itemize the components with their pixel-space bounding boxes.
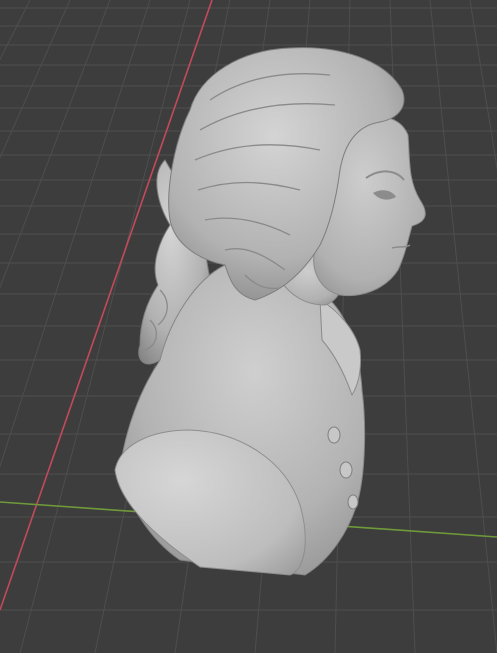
viewport-canvas[interactable]: [0, 0, 497, 653]
coat-button: [327, 426, 341, 444]
coat-button: [347, 494, 359, 510]
coat-button: [339, 461, 353, 479]
3d-viewport[interactable]: [0, 0, 497, 653]
bust-model[interactable]: [114, 47, 426, 576]
